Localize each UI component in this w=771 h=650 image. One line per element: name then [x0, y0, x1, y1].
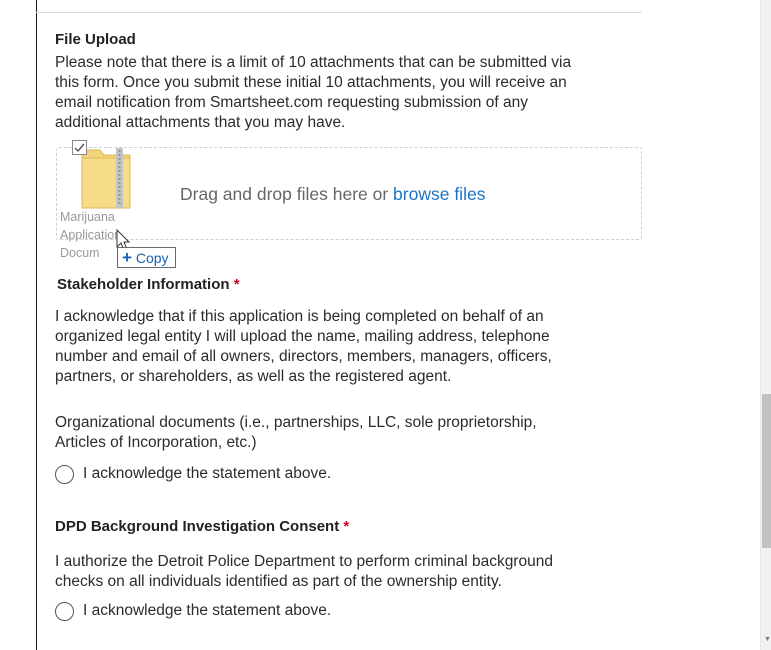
dpd-consent-line: checks on all individuals identified as …: [55, 573, 502, 590]
dpd-consent-title: DPD Background Investigation Consent *: [55, 518, 349, 536]
scrollbar-thumb[interactable]: [762, 394, 771, 548]
stakeholder-paragraph: I acknowledge that if this application i…: [55, 307, 552, 387]
dpd-acknowledge-radio[interactable]: [55, 601, 74, 621]
dpd-consent-title-text: DPD Background Investigation Consent: [55, 518, 340, 535]
file-upload-note-line: this form. Once you submit these initial…: [55, 74, 567, 91]
required-marker: *: [233, 276, 240, 293]
top-divider: [36, 12, 642, 13]
scroll-down-icon[interactable]: ▼: [764, 636, 771, 644]
stakeholder-acknowledge-radio[interactable]: [55, 464, 74, 484]
file-selected-checkbox[interactable]: [72, 140, 87, 155]
vertical-scrollbar[interactable]: [760, 0, 771, 650]
checkmark-icon: [74, 143, 85, 153]
dpd-acknowledge-label: I acknowledge the statement above.: [83, 602, 332, 619]
stakeholder-line: number and email of all owners, director…: [55, 348, 552, 365]
file-upload-title: File Upload: [55, 31, 136, 48]
required-marker: *: [343, 518, 350, 535]
dragged-file-label: Application: [60, 228, 122, 242]
dragged-file-label: Marijuana: [60, 210, 115, 224]
file-upload-note-line: email notification from Smartsheet.com r…: [55, 94, 528, 111]
copy-tooltip-label: Copy: [135, 250, 169, 266]
stakeholder-line: I acknowledge that if this application i…: [55, 308, 544, 325]
file-upload-note-line: Please note that there is a limit of 10 …: [55, 54, 572, 71]
dpd-consent-line: I authorize the Detroit Police Departmen…: [55, 553, 553, 570]
form-page: File Upload Please note that there is a …: [0, 0, 771, 650]
dragged-file-label: Docum: [60, 246, 100, 260]
dropzone-text: Drag and drop files here or browse files: [180, 183, 485, 205]
dpd-consent-paragraph: I authorize the Detroit Police Departmen…: [55, 552, 553, 592]
plus-icon: +: [122, 248, 132, 267]
stakeholder-line: partners, or shareholders, as well as th…: [55, 368, 452, 385]
left-border: [36, 0, 37, 650]
organizational-docs-paragraph: Organizational documents (i.e., partners…: [55, 413, 537, 453]
browse-files-link[interactable]: browse files: [393, 184, 485, 204]
stakeholder-acknowledge-option[interactable]: I acknowledge the statement above.: [55, 463, 331, 485]
file-upload-note: Please note that there is a limit of 10 …: [55, 53, 571, 133]
stakeholder-acknowledge-label: I acknowledge the statement above.: [83, 465, 332, 482]
organizational-docs-line: Articles of Incorporation, etc.): [55, 434, 257, 451]
dpd-acknowledge-option[interactable]: I acknowledge the statement above.: [55, 600, 331, 622]
copy-drag-tooltip: + Copy: [117, 247, 176, 268]
dropzone-instruction: Drag and drop files here or: [180, 184, 394, 204]
stakeholder-line: organized legal entity I will upload the…: [55, 328, 550, 345]
organizational-docs-line: Organizational documents (i.e., partners…: [55, 414, 537, 431]
file-upload-note-line: additional attachments that you may have…: [55, 114, 346, 131]
stakeholder-title: Stakeholder Information *: [57, 276, 240, 294]
stakeholder-title-text: Stakeholder Information: [57, 276, 230, 293]
